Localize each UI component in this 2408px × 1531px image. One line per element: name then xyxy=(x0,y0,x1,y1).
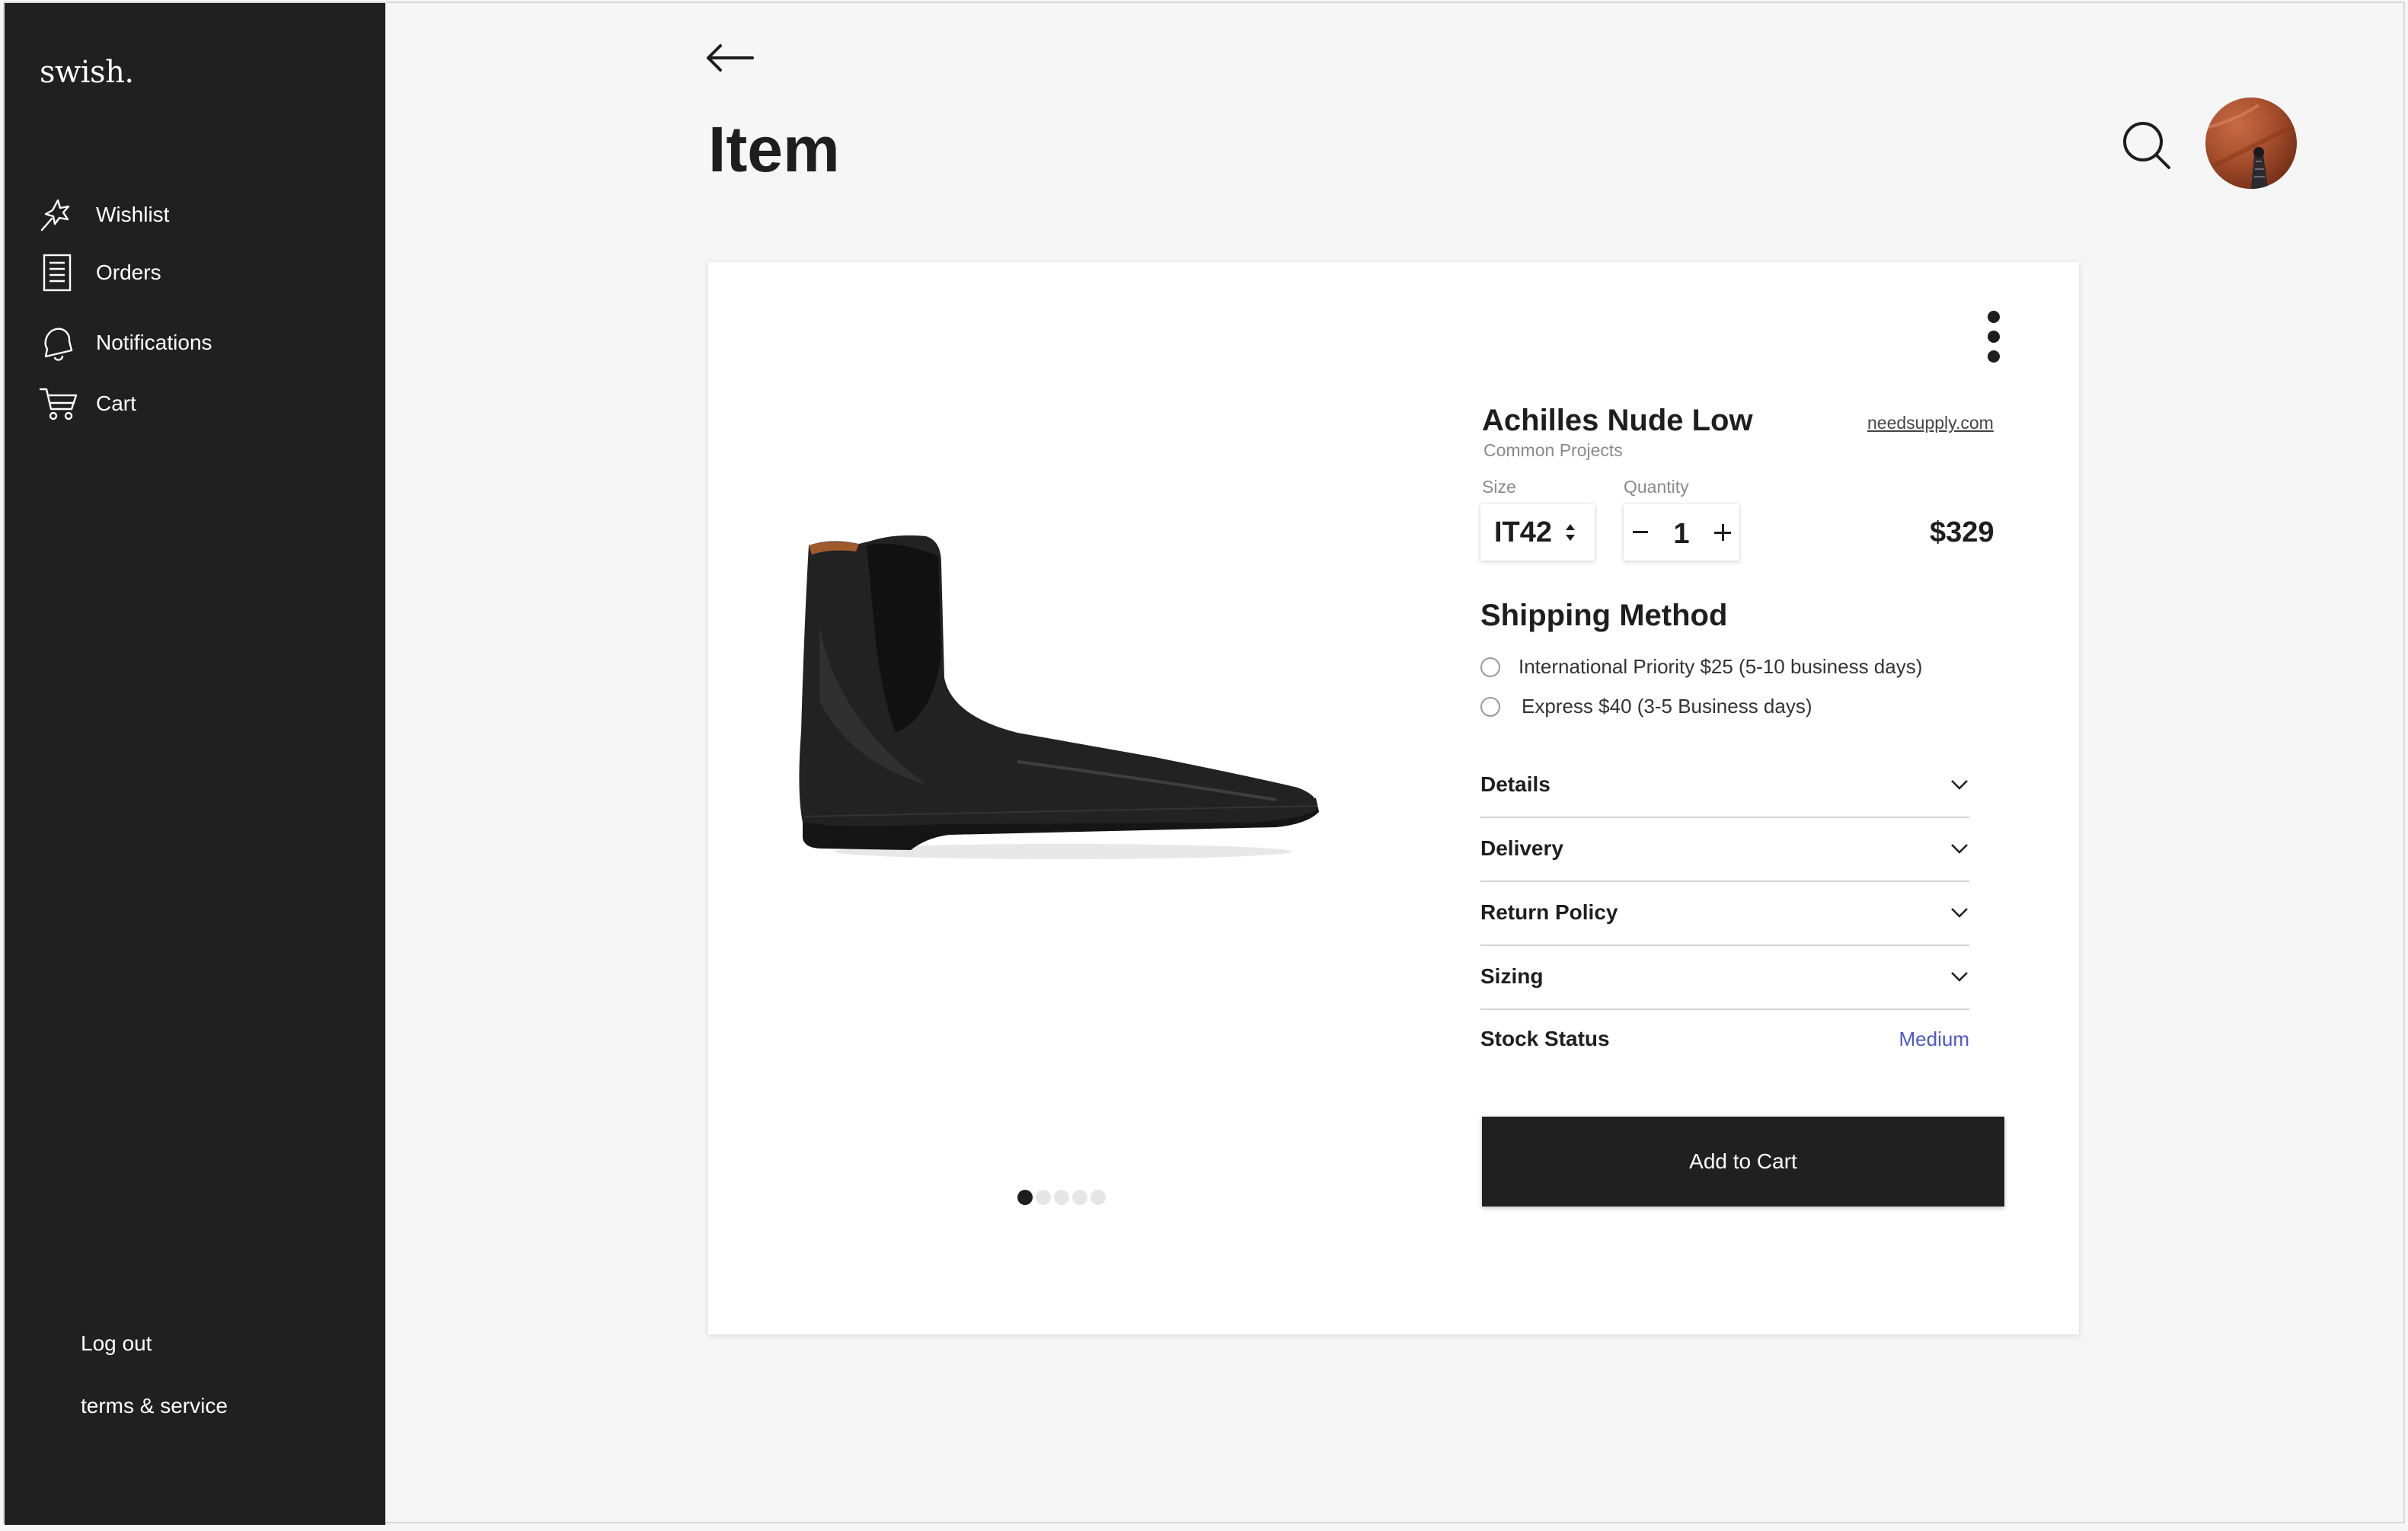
search-icon xyxy=(2123,122,2170,169)
increment-button[interactable] xyxy=(1706,504,1739,561)
accordion-label: Return Policy xyxy=(1480,900,1618,924)
shipping-option-international[interactable]: International Priority $25 (5-10 busines… xyxy=(1480,655,1922,679)
shipping-method-title: Shipping Method xyxy=(1480,599,1728,632)
size-select[interactable]: IT42 xyxy=(1480,504,1595,561)
minus-icon xyxy=(1633,531,1648,533)
shipping-option-label: Express $40 (3-5 Business days) xyxy=(1522,695,1812,718)
avatar-photo xyxy=(2205,104,2291,189)
accordion-sizing[interactable]: Sizing xyxy=(1480,944,1969,1008)
product-brand: Common Projects xyxy=(1483,440,1623,460)
arrow-left-icon xyxy=(707,44,754,72)
sidebar-item-label: Notifications xyxy=(96,331,212,354)
plus-icon xyxy=(1714,524,1731,541)
sidebar-item-cart[interactable]: Cart xyxy=(38,382,136,425)
more-vertical-icon xyxy=(1988,311,2000,363)
sidebar-item-label: Wishlist xyxy=(96,203,170,226)
wishlist-icon xyxy=(38,193,84,236)
sidebar-item-label: Cart xyxy=(96,392,136,415)
stock-status-value: Medium xyxy=(1899,1027,1969,1050)
sidebar-item-label: Orders xyxy=(96,260,161,284)
stock-status-row: Stock Status Medium xyxy=(1480,1008,1969,1069)
store-link[interactable]: needsupply.com xyxy=(1867,413,1994,433)
decrement-button[interactable] xyxy=(1624,504,1657,561)
image-carousel-dots xyxy=(1017,1190,1106,1205)
carousel-dot[interactable] xyxy=(1017,1190,1033,1205)
quantity-stepper: 1 xyxy=(1624,504,1739,561)
size-label: Size xyxy=(1482,477,1516,497)
chevron-down-icon xyxy=(1951,844,1968,854)
shipping-option-label: International Priority $25 (5-10 busines… xyxy=(1519,655,1923,678)
orders-icon xyxy=(38,251,84,294)
bell-icon xyxy=(38,321,84,364)
product-image xyxy=(789,533,1337,868)
accordion-details[interactable]: Details xyxy=(1480,753,1969,817)
accordion-label: Sizing xyxy=(1480,964,1544,988)
chevron-down-icon xyxy=(1951,908,1968,918)
quantity-label: Quantity xyxy=(1624,477,1689,497)
app-logo[interactable]: swish. xyxy=(40,55,134,90)
radio-button[interactable] xyxy=(1480,696,1500,717)
carousel-dot[interactable] xyxy=(1036,1190,1051,1205)
sidebar-item-orders[interactable]: Orders xyxy=(38,251,161,294)
more-options-button[interactable] xyxy=(1977,308,2010,366)
accordion-label: Details xyxy=(1480,772,1551,796)
carousel-dot[interactable] xyxy=(1091,1190,1106,1205)
search-button[interactable] xyxy=(2120,119,2173,172)
shipping-option-express[interactable]: Express $40 (3-5 Business days) xyxy=(1480,695,1812,718)
radio-button[interactable] xyxy=(1480,657,1500,677)
accordion-return-policy[interactable]: Return Policy xyxy=(1480,881,1969,944)
sidebar: swish. Wishlist Orders Notifications Car… xyxy=(5,3,385,1525)
chevron-down-icon xyxy=(1951,972,1968,982)
product-name: Achilles Nude Low xyxy=(1482,404,1753,437)
carousel-dot[interactable] xyxy=(1072,1190,1087,1205)
terms-link[interactable]: terms & service xyxy=(81,1394,228,1418)
back-button[interactable] xyxy=(704,38,757,76)
cart-icon xyxy=(38,382,84,425)
chevron-down-icon xyxy=(1951,780,1968,790)
stock-status-label: Stock Status xyxy=(1480,1027,1610,1050)
logout-link[interactable]: Log out xyxy=(81,1331,152,1356)
product-price: $329 xyxy=(1930,516,1994,548)
quantity-value: 1 xyxy=(1673,517,1690,550)
carousel-dot[interactable] xyxy=(1054,1190,1069,1205)
accordion-delivery[interactable]: Delivery xyxy=(1480,817,1969,881)
page-title: Item xyxy=(708,113,840,185)
accordion-label: Delivery xyxy=(1480,836,1563,860)
avatar[interactable] xyxy=(2205,97,2297,189)
sort-updown-icon xyxy=(1566,524,1576,541)
sidebar-item-notifications[interactable]: Notifications xyxy=(38,321,212,364)
sidebar-item-wishlist[interactable]: Wishlist xyxy=(38,193,169,236)
size-value: IT42 xyxy=(1494,516,1553,548)
add-to-cart-button[interactable]: Add to Cart xyxy=(1482,1117,2004,1207)
